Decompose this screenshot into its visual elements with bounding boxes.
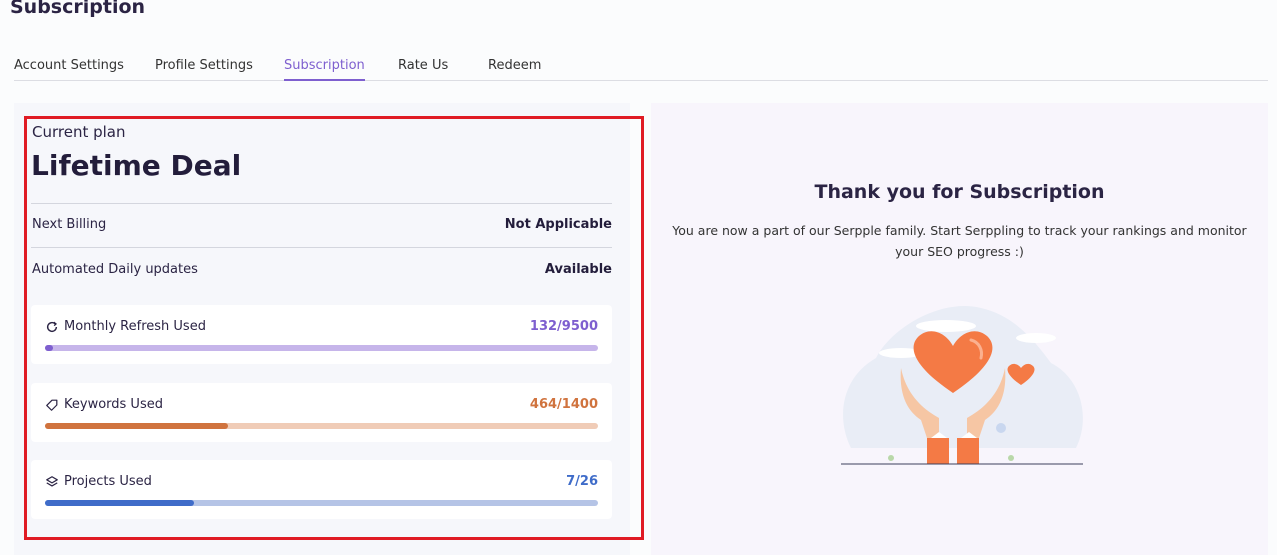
layers-icon	[46, 476, 58, 487]
thank-you-panel: Thank you for Subscription You are now a…	[651, 103, 1268, 555]
keywords-label: Keywords Used	[64, 397, 163, 412]
monthly-refresh-value: 132/9500	[529, 319, 598, 334]
tab-subscription[interactable]: Subscription	[284, 58, 365, 81]
refresh-icon	[46, 321, 58, 333]
settings-tabs: Account Settings Profile Settings Subscr…	[14, 58, 1268, 81]
keywords-card: Keywords Used 464/1400	[31, 383, 612, 442]
tab-profile-settings[interactable]: Profile Settings	[155, 58, 253, 81]
next-billing-label: Next Billing	[32, 217, 107, 232]
next-billing-value: Not Applicable	[504, 217, 612, 232]
tag-icon	[46, 399, 58, 411]
projects-label: Projects Used	[64, 474, 152, 489]
tab-account-settings[interactable]: Account Settings	[14, 58, 124, 81]
daily-updates-value: Available	[544, 262, 612, 277]
plan-name: Lifetime Deal	[31, 149, 242, 182]
monthly-refresh-card: Monthly Refresh Used 132/9500	[31, 305, 612, 364]
projects-value: 7/26	[566, 474, 598, 489]
divider	[31, 247, 612, 248]
monthly-refresh-label: Monthly Refresh Used	[64, 319, 206, 334]
monthly-refresh-progress-fill	[45, 345, 53, 351]
projects-progress-fill	[45, 500, 194, 506]
tab-rate-us[interactable]: Rate Us	[398, 58, 448, 81]
tab-redeem[interactable]: Redeem	[488, 58, 541, 81]
current-plan-label: Current plan	[32, 123, 126, 141]
keywords-progress	[45, 423, 598, 429]
keywords-progress-fill	[45, 423, 229, 429]
page-title: Subscription	[10, 0, 146, 18]
monthly-refresh-progress	[45, 345, 598, 351]
thank-you-title: Thank you for Subscription	[814, 181, 1105, 203]
thank-you-message: You are now a part of our Serpple family…	[672, 223, 1247, 259]
divider	[31, 203, 612, 204]
projects-progress	[45, 500, 598, 506]
daily-updates-label: Automated Daily updates	[32, 262, 198, 277]
projects-card: Projects Used 7/26	[31, 460, 612, 519]
keywords-value: 464/1400	[529, 397, 598, 412]
heart-hands-illustration	[841, 306, 1083, 465]
